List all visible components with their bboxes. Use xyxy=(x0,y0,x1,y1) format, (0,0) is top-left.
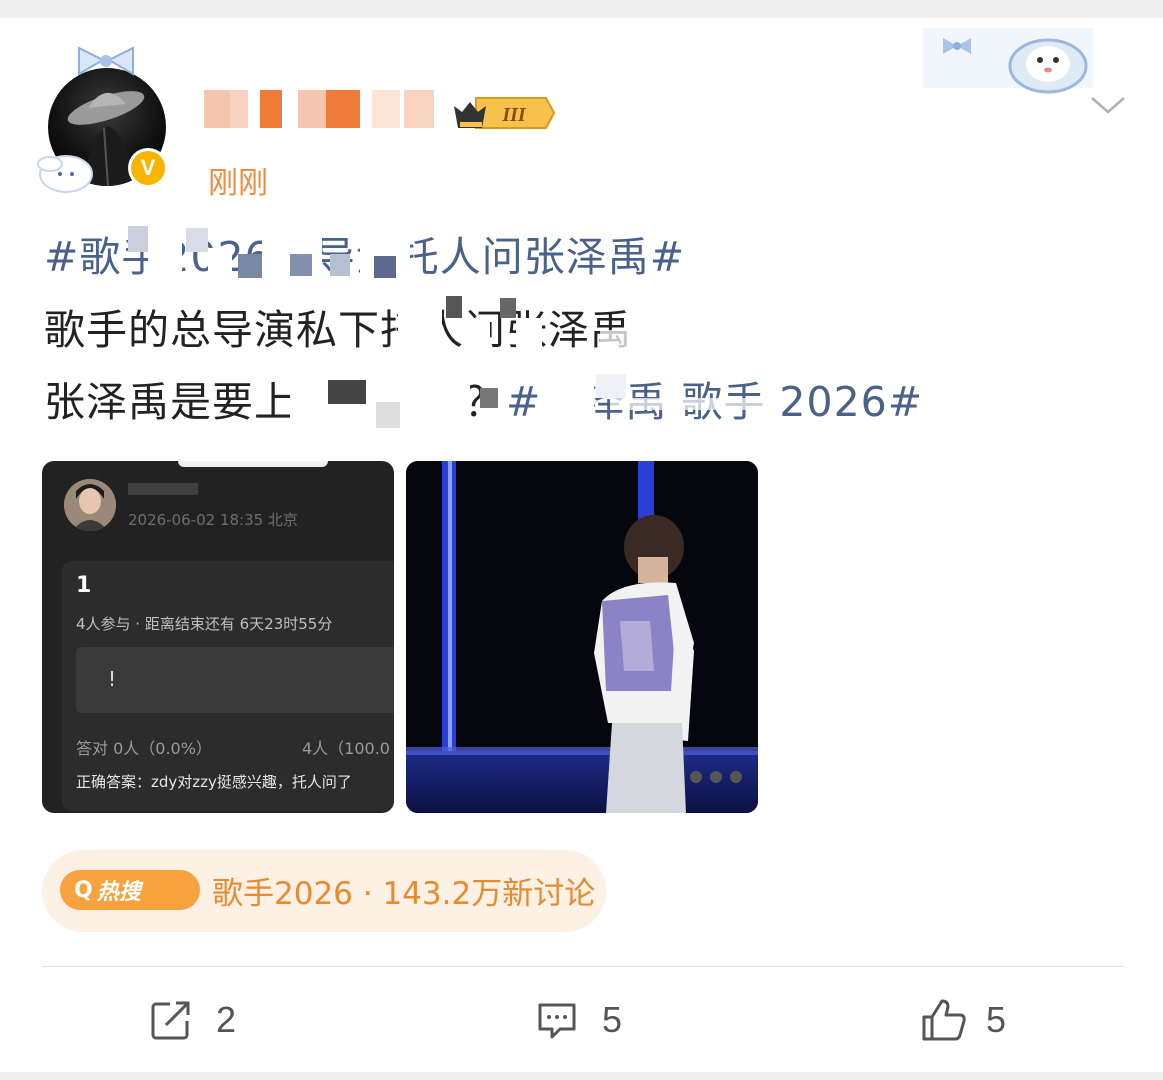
weibo-post-card: V III 刚刚 #歌手2026总导演托人问张泽禹# 歌手的总导演私下托人问张泽… xyxy=(0,18,1163,1072)
stage-photo xyxy=(406,461,758,813)
comment-button[interactable]: 5 xyxy=(536,996,622,1044)
quiz-stats-other: 4人（100.0 xyxy=(302,739,390,758)
like-count: 5 xyxy=(986,999,1007,1040)
level-badge: III xyxy=(454,97,556,129)
quiz-participants: 4人参与 · 距离结束还有 6天23时55分 xyxy=(76,615,333,633)
repost-count: 2 xyxy=(216,999,237,1040)
bow-decoration xyxy=(78,46,134,76)
post-time: 刚刚 xyxy=(208,166,268,201)
hot-search-text: 歌手2026 · 143.2万新讨论 xyxy=(212,876,596,912)
search-icon: Q xyxy=(74,877,93,903)
chevron-down-icon[interactable] xyxy=(1088,90,1128,120)
quiz-option-text: ! xyxy=(108,667,117,691)
hot-search-badge: Q 热搜 xyxy=(60,870,200,910)
quiz-author-avatar xyxy=(64,479,116,531)
avatar[interactable]: V xyxy=(36,42,176,193)
quiz-number: 1 xyxy=(76,573,92,598)
quiz-time: 2026-06-02 18:35 北京 xyxy=(128,511,298,529)
divider xyxy=(42,966,1124,967)
post-image-1[interactable]: 2026-06-02 18:35 北京 1 4人参与 · 距离结束还有 6天23… xyxy=(42,461,394,813)
hot-search-badge-label: 热搜 xyxy=(96,880,141,905)
sticker-decoration xyxy=(923,28,1093,94)
verified-badge: V xyxy=(128,148,168,188)
quiz-option xyxy=(76,647,394,713)
share-icon xyxy=(151,1001,190,1040)
quiz-answer: 正确答案：zdy对zzy挺感兴趣，托人问了 xyxy=(76,773,352,791)
repost-button[interactable]: 2 xyxy=(150,996,236,1044)
like-button[interactable]: 5 xyxy=(920,996,1006,1044)
svg-text:III: III xyxy=(501,104,527,126)
username[interactable] xyxy=(204,90,434,134)
quiz-stats-correct: 答对 0人（0.0%） xyxy=(76,739,212,758)
comment-count: 5 xyxy=(602,999,623,1040)
comment-icon xyxy=(538,1003,576,1039)
thumbs-up-icon xyxy=(922,999,966,1041)
hot-search-link[interactable]: Q 热搜 歌手2026 · 143.2万新讨论 xyxy=(42,850,606,932)
post-text-line-1: 歌手的总导演私下托人问张泽禹 xyxy=(44,306,632,354)
quiz-author-name-blur xyxy=(128,483,198,495)
image-top-edge xyxy=(178,461,328,467)
cinnamoroll-sticker xyxy=(37,155,93,193)
post-image-2[interactable] xyxy=(406,461,758,813)
